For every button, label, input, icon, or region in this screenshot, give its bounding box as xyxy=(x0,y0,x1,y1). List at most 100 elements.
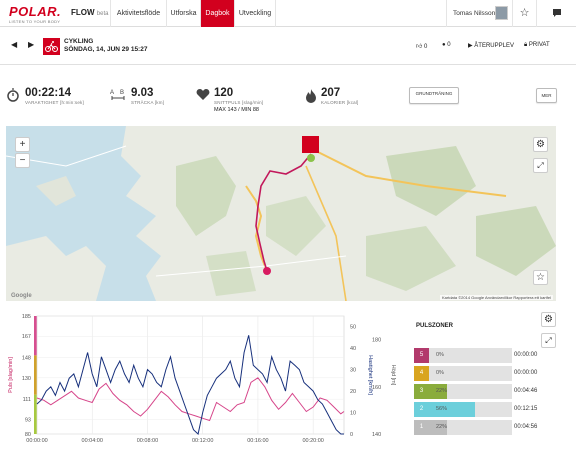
next-arrow-icon[interactable]: ▶ xyxy=(28,40,34,49)
zones-settings-gear-icon[interactable]: ⚙ xyxy=(541,312,556,327)
left-tick-label: 130 xyxy=(22,376,31,382)
zone-number: 3 xyxy=(414,384,429,399)
map-favorite-star-icon[interactable]: ☆ xyxy=(533,270,548,285)
zone-percent: 56% xyxy=(436,406,448,412)
speed-tick-label: 10 xyxy=(350,411,356,417)
zone-number: 1 xyxy=(414,420,429,435)
zone-number: 5 xyxy=(414,348,429,363)
messages-icon[interactable] xyxy=(536,0,576,27)
heart-rate-metric: 120 SNITTPULS [slag/min] MAX 143 / MIN 8… xyxy=(214,87,263,113)
speed-tick-label: 50 xyxy=(350,325,356,331)
map-settings-gear-icon[interactable]: ⚙ xyxy=(533,137,548,152)
brand-tagline: LISTEN TO YOUR BODY xyxy=(9,19,61,24)
calories-label: KALORIER [kcal] xyxy=(321,100,359,105)
zoom-in-button[interactable]: + xyxy=(15,137,30,152)
distance-value: 9.03 xyxy=(131,87,154,99)
zone-number: 2 xyxy=(414,402,429,417)
nav-diary[interactable]: Dagbok xyxy=(200,0,234,27)
like-button[interactable]: 👍︎ 0 xyxy=(416,42,427,50)
distance-metric: 9.03 STRÄCKA [km] xyxy=(131,87,164,105)
hr-speed-chart[interactable]: 00:00:00 00:04:00 00:08:00 00:12:00 00:16:00… xyxy=(0,306,410,445)
duration-label: VARAKTIGHET [h:min:sek] xyxy=(25,100,84,105)
speed-tick-label: 0 xyxy=(350,432,353,438)
basic-training-button[interactable]: GRUNDTRÄNING xyxy=(409,87,459,104)
left-tick-label: 185 xyxy=(22,314,31,320)
calories-value: 207 xyxy=(321,87,341,99)
more-button[interactable]: MER xyxy=(536,88,557,103)
map-sport-marker[interactable] xyxy=(302,136,319,153)
zone-percent: 0% xyxy=(436,352,444,358)
polar-logo[interactable]: POLAR. LISTEN TO YOUR BODY xyxy=(9,4,61,24)
activity-header: ◀ ▶ CYKLING SÖNDAG, 14, JUN 29 15:27 👍︎ … xyxy=(0,27,576,65)
zone-percent: 0% xyxy=(436,370,444,376)
distance-icon: AB xyxy=(110,90,125,100)
avg-heart-rate-label: SNITTPULS [slag/min] xyxy=(214,100,264,105)
previous-arrow-icon[interactable]: ◀ xyxy=(11,40,17,49)
zone-number: 4 xyxy=(414,366,429,381)
altitude-tick-label: 160 xyxy=(372,385,381,391)
zone-band xyxy=(34,355,37,395)
avg-heart-rate-value: 120 xyxy=(214,87,234,99)
left-axis-label: Puls [slag/min] xyxy=(8,357,14,393)
zoom-out-button[interactable]: − xyxy=(15,153,30,168)
activity-date: SÖNDAG, 14, JUN 29 15:27 xyxy=(64,46,148,53)
stopwatch-icon xyxy=(7,88,19,102)
left-tick-label: 80 xyxy=(25,432,31,438)
privacy-label: PRIVAT xyxy=(528,42,550,48)
training-chart: 00:00:00 00:04:00 00:08:00 00:12:00 00:16:00… xyxy=(0,306,410,445)
flow-beta: beta xyxy=(96,11,109,17)
x-tick-label: 00:16:00 xyxy=(247,438,268,444)
x-tick-label: 00:00:00 xyxy=(26,438,47,444)
speed-tick-label: 40 xyxy=(350,346,356,352)
nav-progress[interactable]: Utveckling xyxy=(234,0,276,27)
altitude-axis-label: Höjd [m] xyxy=(390,365,396,386)
nav-activity-feed[interactable]: Aktivitetsflöde xyxy=(110,0,166,27)
cycling-sport-icon xyxy=(43,38,60,55)
x-tick-label: 00:08:00 xyxy=(137,438,158,444)
map-attribution[interactable]: Kartdata ©2014 Google Användarvillkor Ra… xyxy=(439,295,553,300)
video-icon: ▶ xyxy=(468,43,473,49)
svg-text:B: B xyxy=(120,90,124,96)
zone-percent: 22% xyxy=(436,424,448,430)
heart-icon xyxy=(196,89,210,100)
left-tick-label: 111 xyxy=(23,397,31,403)
svg-text:A: A xyxy=(110,90,114,96)
x-tick-label: 00:20:00 xyxy=(302,438,323,444)
relive-label: ÅTERUPPLEV xyxy=(474,43,514,49)
zone-time: 00:00:00 xyxy=(514,352,538,358)
altitude-tick-label: 140 xyxy=(372,432,381,438)
training-summary: 00:22:14 VARAKTIGHET [h:min:sek] AB 9.03… xyxy=(0,66,576,125)
duration-metric: 00:22:14 VARAKTIGHET [h:min:sek] xyxy=(25,87,84,105)
privacy-button[interactable]: 🔒︎ PRIVAT xyxy=(524,42,550,49)
relive-button[interactable]: ▶ ÅTERUPPLEV xyxy=(468,42,514,49)
avatar[interactable] xyxy=(495,6,508,20)
flow-name: FLOW xyxy=(71,8,95,17)
zone-band xyxy=(34,316,37,356)
left-tick-label: 167 xyxy=(22,334,31,340)
zones-fullscreen-icon[interactable]: ⤢ xyxy=(541,333,556,348)
zone-time: 00:04:46 xyxy=(514,388,538,394)
comment-button[interactable]: ● 0 xyxy=(442,42,451,48)
zones-title: PULSZONER xyxy=(416,323,454,329)
heart-rate-zones-panel: PULSZONER ⚙ ⤢ 5 0% 00:00:00 4 0% 00:00:00 3 22%… xyxy=(412,306,576,445)
calories-metric: 207 KALORIER [kcal] xyxy=(321,87,359,105)
thumbs-up-icon: 👍︎ xyxy=(416,44,423,50)
plot-area xyxy=(36,315,345,435)
favorites-star-icon[interactable]: ☆ xyxy=(512,0,536,27)
user-name: Tomas Nilsson xyxy=(453,10,496,17)
altitude-tick-label: 180 xyxy=(372,338,381,344)
sport-name: CYKLING xyxy=(64,38,94,45)
like-count: 0 xyxy=(423,44,428,50)
top-navigation-bar: POLAR. LISTEN TO YOUR BODY FLOW beta Akt… xyxy=(0,0,576,27)
heart-rate-max-min: MAX 143 / MIN 88 xyxy=(214,107,259,113)
zone-time: 00:12:15 xyxy=(514,406,538,412)
x-tick-label: 00:04:00 xyxy=(82,438,103,444)
lock-icon: 🔒︎ xyxy=(524,42,528,48)
route-map[interactable]: + − ⚙ ⤢ ☆ Google Kartdata ©2014 Google A… xyxy=(6,126,556,301)
map-fullscreen-icon[interactable]: ⤢ xyxy=(533,158,548,173)
distance-label: STRÄCKA [km] xyxy=(131,100,165,105)
nav-explore[interactable]: Utforska xyxy=(166,0,200,27)
left-tick-label: 148 xyxy=(22,356,31,362)
zone-time: 00:04:56 xyxy=(514,424,538,430)
google-logo: Google xyxy=(11,293,32,299)
